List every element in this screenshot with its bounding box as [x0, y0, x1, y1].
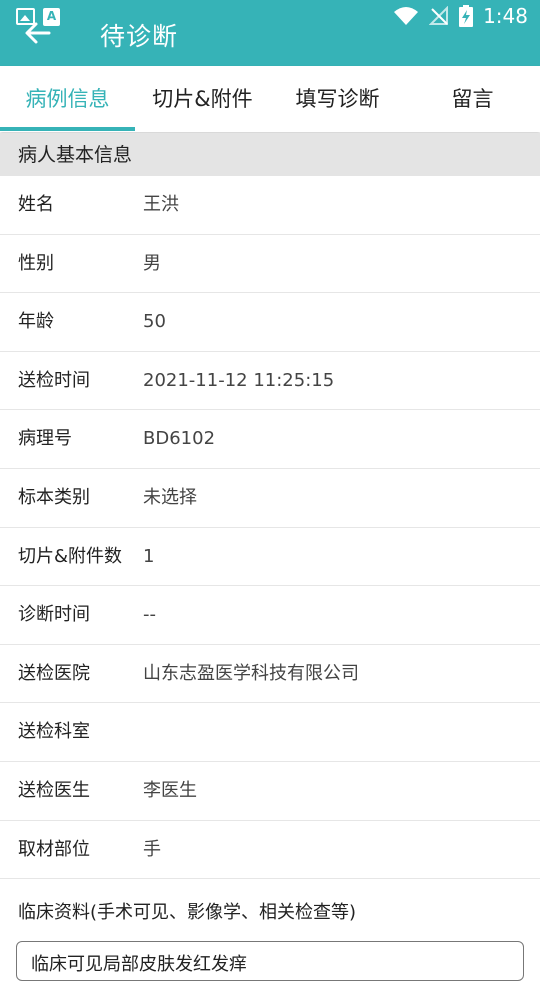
row-value: 2021-11-12 11:25:15 [143, 369, 335, 391]
tab-messages[interactable]: 留言 [405, 66, 540, 132]
row-doctor: 送检医生 李医生 [0, 762, 540, 821]
row-value: 50 [143, 311, 166, 333]
row-specimen-type: 标本类别 未选择 [0, 469, 540, 528]
wifi-icon [394, 7, 419, 25]
back-arrow-icon[interactable] [22, 18, 52, 48]
row-diagnosis-time: 诊断时间 -- [0, 586, 540, 645]
row-label: 年龄 [18, 311, 54, 333]
tab-case-info[interactable]: 病例信息 [0, 66, 135, 132]
tab-fill-diagnosis[interactable]: 填写诊断 [270, 66, 405, 132]
row-value: 未选择 [143, 486, 197, 508]
row-value: 1 [143, 545, 155, 567]
status-icons-right: 1:48 [393, 4, 528, 28]
row-slide-count: 切片&附件数 1 [0, 528, 540, 587]
row-label: 送检医生 [18, 779, 90, 801]
row-hospital: 送检医院 山东志盈医学科技有限公司 [0, 645, 540, 704]
row-value: -- [143, 604, 156, 626]
clinical-info-label: 临床资料(手术可见、影像学、相关检查等) [18, 902, 357, 923]
clinical-info-field[interactable]: 临床可见局部皮肤发红发痒 [16, 941, 524, 981]
row-value: 王洪 [143, 194, 179, 215]
row-value: 李医生 [143, 779, 197, 801]
row-label: 送检医院 [18, 662, 90, 684]
row-label: 性别 [18, 252, 54, 274]
row-value: 手 [143, 838, 161, 860]
section-header-patient-info: 病人基本信息 [0, 133, 540, 176]
row-sampling-site: 取材部位 手 [0, 821, 540, 880]
tab-bar: 病例信息 切片&附件 填写诊断 留言 [0, 66, 540, 132]
app-bar: A 待诊断 1:48 [0, 0, 540, 66]
patient-info-list: 姓名 王洪 性别 男 年龄 50 送检时间 2021-11-12 11:25:1… [0, 176, 540, 880]
row-label: 取材部位 [18, 838, 90, 860]
row-label: 送检科室 [18, 721, 90, 743]
battery-charging-icon [459, 5, 474, 27]
no-signal-icon [429, 6, 449, 25]
row-label: 送检时间 [18, 369, 90, 391]
status-clock: 1:48 [483, 4, 528, 28]
row-label: 诊断时间 [18, 604, 90, 626]
row-pathology-number: 病理号 BD6102 [0, 410, 540, 469]
row-submit-time: 送检时间 2021-11-12 11:25:15 [0, 352, 540, 411]
tab-slides-attachments[interactable]: 切片&附件 [135, 66, 270, 132]
row-gender: 性别 男 [0, 235, 540, 294]
row-value: 男 [143, 252, 161, 274]
row-value: 山东志盈医学科技有限公司 [143, 662, 359, 684]
row-label: 标本类别 [18, 486, 90, 508]
page-title: 待诊断 [100, 22, 179, 51]
active-tab-indicator [0, 127, 135, 131]
row-department: 送检科室 [0, 703, 540, 762]
row-label: 病理号 [18, 428, 72, 450]
row-age: 年龄 50 [0, 293, 540, 352]
row-label: 切片&附件数 [18, 545, 123, 567]
row-name: 姓名 王洪 [0, 176, 540, 235]
row-value: BD6102 [143, 428, 216, 450]
row-label: 姓名 [18, 194, 54, 215]
